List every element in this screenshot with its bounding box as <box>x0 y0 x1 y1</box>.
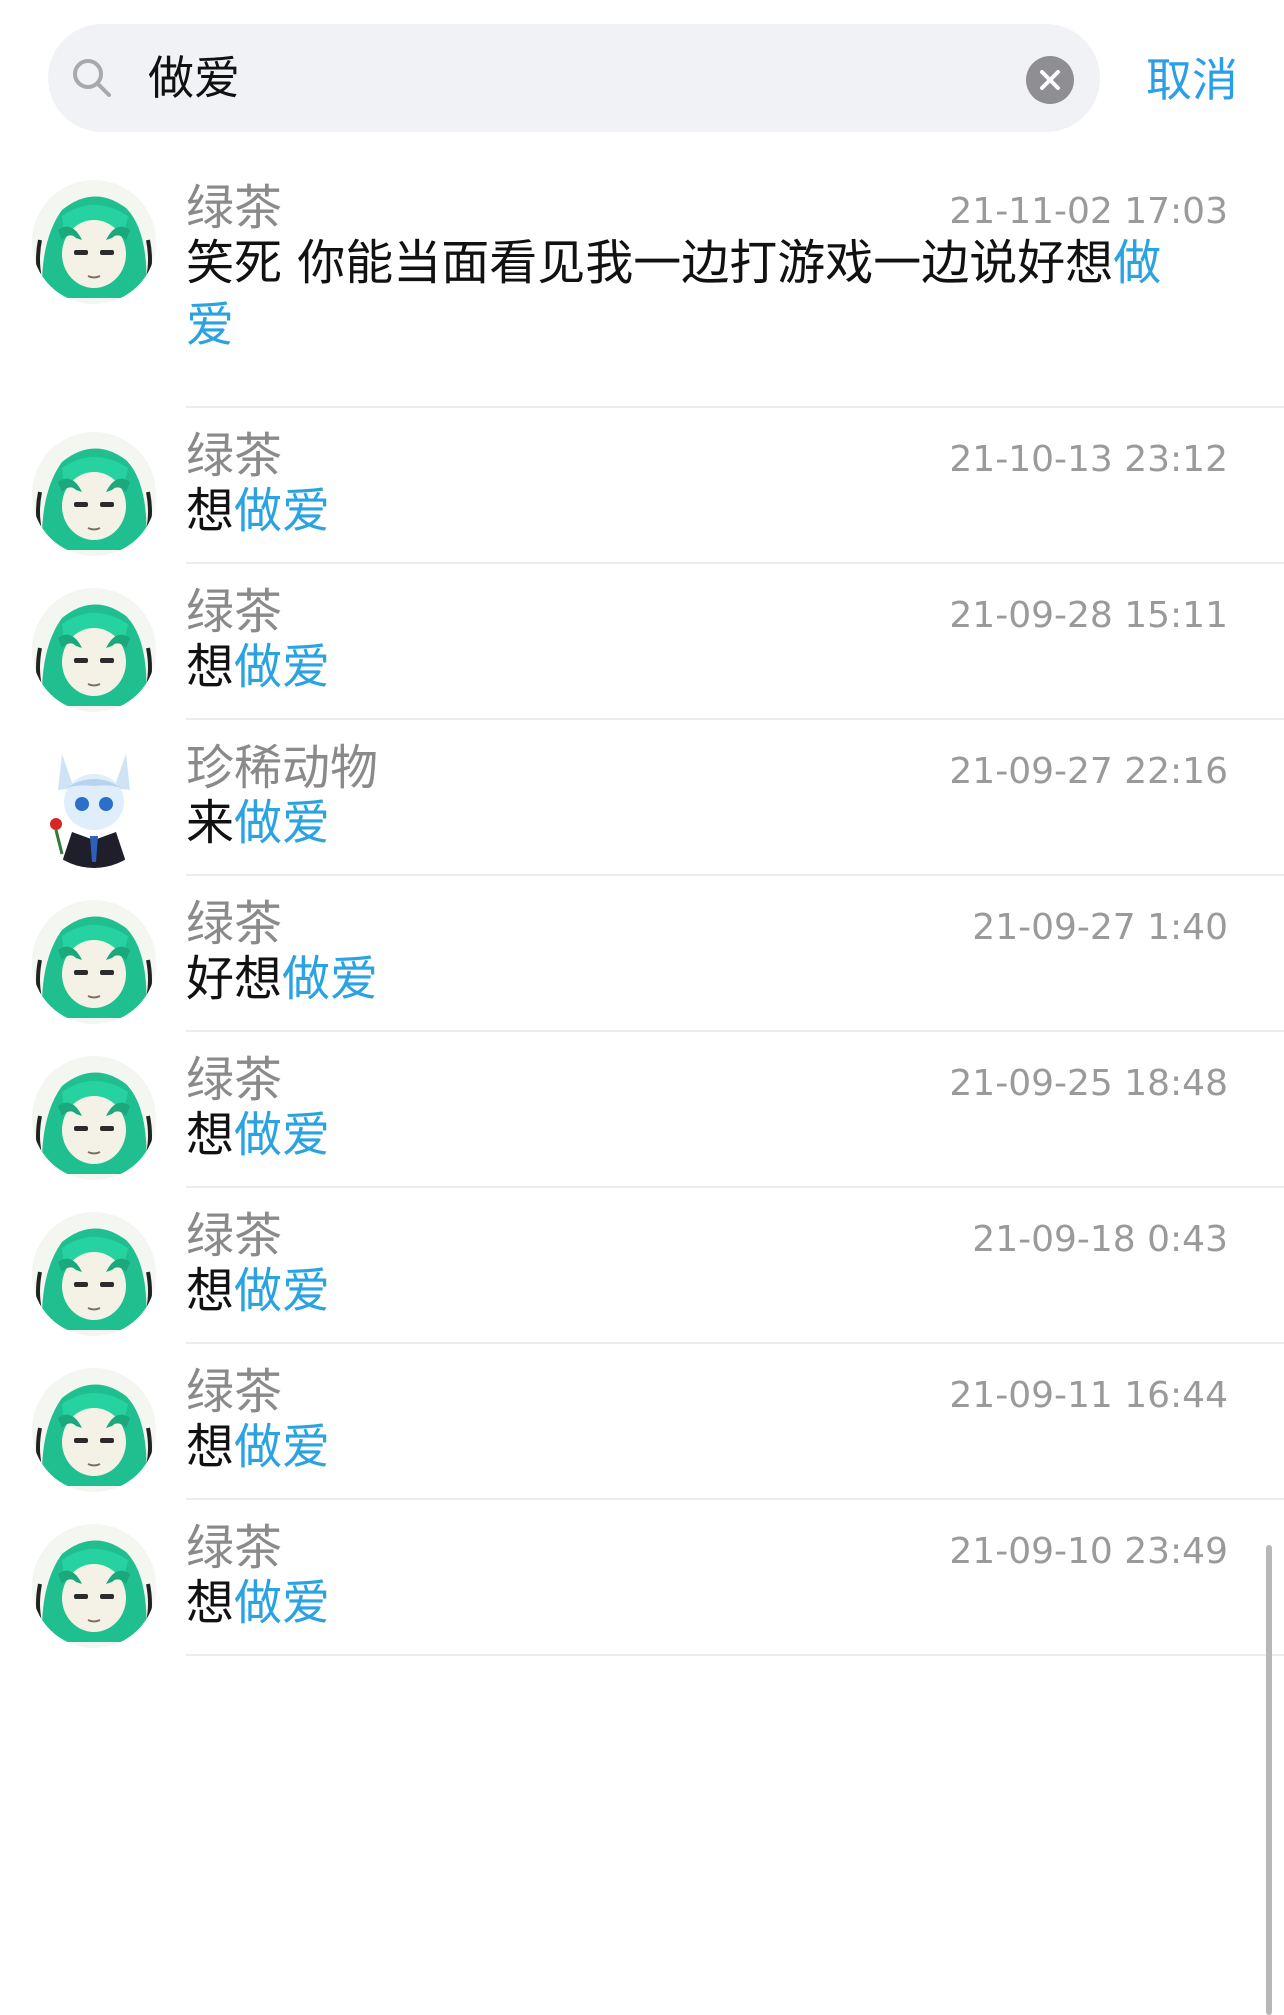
search-result-row[interactable]: 绿茶 21-09-27 1:40 好想做爱 <box>0 876 1284 1032</box>
snippet-text: 想 <box>186 1575 235 1631</box>
snippet-text: 想 <box>186 1419 235 1475</box>
keyword-highlight: 做爱 <box>234 1107 331 1163</box>
avatar <box>32 180 156 304</box>
search-result-row[interactable]: 绿茶 21-09-28 15:11 想做爱 <box>0 564 1284 720</box>
snippet-text: 想 <box>186 1263 235 1319</box>
message-snippet: 来做爱 <box>186 792 1206 854</box>
contact-name: 绿茶 <box>186 180 283 236</box>
contact-name: 绿茶 <box>186 428 283 484</box>
message-snippet: 想做爱 <box>186 636 1206 698</box>
search-result-row[interactable]: 绿茶 21-11-02 17:03 笑死 你能当面看见我一边打游戏一边说好想做爱 <box>0 160 1284 408</box>
search-field[interactable]: 做爱 <box>48 24 1100 132</box>
contact-name: 绿茶 <box>186 1052 283 1108</box>
snippet-text: 想 <box>186 483 235 539</box>
search-result-row[interactable]: 绿茶 21-09-25 18:48 想做爱 <box>0 1032 1284 1188</box>
message-snippet: 想做爱 <box>186 480 1206 542</box>
message-snippet: 想做爱 <box>186 1572 1206 1634</box>
snippet-text: 好想 <box>186 951 283 1007</box>
search-result-row[interactable]: 绿茶 21-09-18 0:43 想做爱 <box>0 1188 1284 1344</box>
search-result-row[interactable]: 绿茶 21-09-11 16:44 想做爱 <box>0 1344 1284 1500</box>
keyword-highlight: 做爱 <box>234 483 331 539</box>
clear-icon[interactable] <box>1026 56 1074 104</box>
message-snippet: 想做爱 <box>186 1104 1206 1166</box>
message-timestamp: 21-09-11 16:44 <box>949 1375 1228 1416</box>
search-result-row[interactable]: 绿茶 21-09-10 23:49 想做爱 <box>0 1500 1284 1656</box>
keyword-highlight: 做爱 <box>234 1575 331 1631</box>
search-header: 做爱 取消 <box>0 0 1284 160</box>
message-timestamp: 21-11-02 17:03 <box>949 191 1228 232</box>
avatar <box>32 1212 156 1336</box>
avatar <box>32 1056 156 1180</box>
cancel-button[interactable]: 取消 <box>1146 50 1238 110</box>
message-timestamp: 21-10-13 23:12 <box>949 439 1228 480</box>
avatar <box>32 1524 156 1648</box>
search-results-list: 绿茶 21-11-02 17:03 笑死 你能当面看见我一边打游戏一边说好想做爱 绿… <box>0 160 1284 1656</box>
row-divider <box>186 1654 1284 1656</box>
contact-name: 绿茶 <box>186 584 283 640</box>
message-timestamp: 21-09-27 1:40 <box>972 907 1228 948</box>
snippet-text: 笑死 你能当面看见我一边打游戏一边说好想 <box>186 235 1114 291</box>
message-timestamp: 21-09-27 22:16 <box>949 751 1228 792</box>
search-result-row[interactable]: 绿茶 21-10-13 23:12 想做爱 <box>0 408 1284 564</box>
contact-name: 绿茶 <box>186 1520 283 1576</box>
avatar <box>32 432 156 556</box>
contact-name: 绿茶 <box>186 896 283 952</box>
message-timestamp: 21-09-25 18:48 <box>949 1063 1228 1104</box>
keyword-highlight: 做爱 <box>234 1263 331 1319</box>
scrollbar[interactable] <box>1266 1545 1272 2015</box>
contact-name: 绿茶 <box>186 1364 283 1420</box>
contact-name: 绿茶 <box>186 1208 283 1264</box>
keyword-highlight: 做爱 <box>234 639 331 695</box>
message-snippet: 笑死 你能当面看见我一边打游戏一边说好想做爱 <box>186 232 1206 356</box>
avatar <box>32 744 156 868</box>
snippet-text: 想 <box>186 639 235 695</box>
keyword-highlight: 做爱 <box>234 795 331 851</box>
keyword-highlight: 做爱 <box>234 1419 331 1475</box>
avatar <box>32 1368 156 1492</box>
contact-name: 珍稀动物 <box>186 740 379 796</box>
message-timestamp: 21-09-10 23:49 <box>949 1531 1228 1572</box>
message-timestamp: 21-09-28 15:11 <box>949 595 1228 636</box>
snippet-text: 来 <box>186 795 235 851</box>
snippet-text: 想 <box>186 1107 235 1163</box>
keyword-highlight: 做爱 <box>282 951 379 1007</box>
search-result-row[interactable]: 珍稀动物 21-09-27 22:16 来做爱 <box>0 720 1284 876</box>
search-icon <box>73 59 111 97</box>
search-input[interactable]: 做爱 <box>148 48 240 108</box>
message-snippet: 想做爱 <box>186 1416 1206 1478</box>
message-snippet: 好想做爱 <box>186 948 1206 1010</box>
avatar <box>32 900 156 1024</box>
message-timestamp: 21-09-18 0:43 <box>972 1219 1228 1260</box>
message-snippet: 想做爱 <box>186 1260 1206 1322</box>
avatar <box>32 588 156 712</box>
